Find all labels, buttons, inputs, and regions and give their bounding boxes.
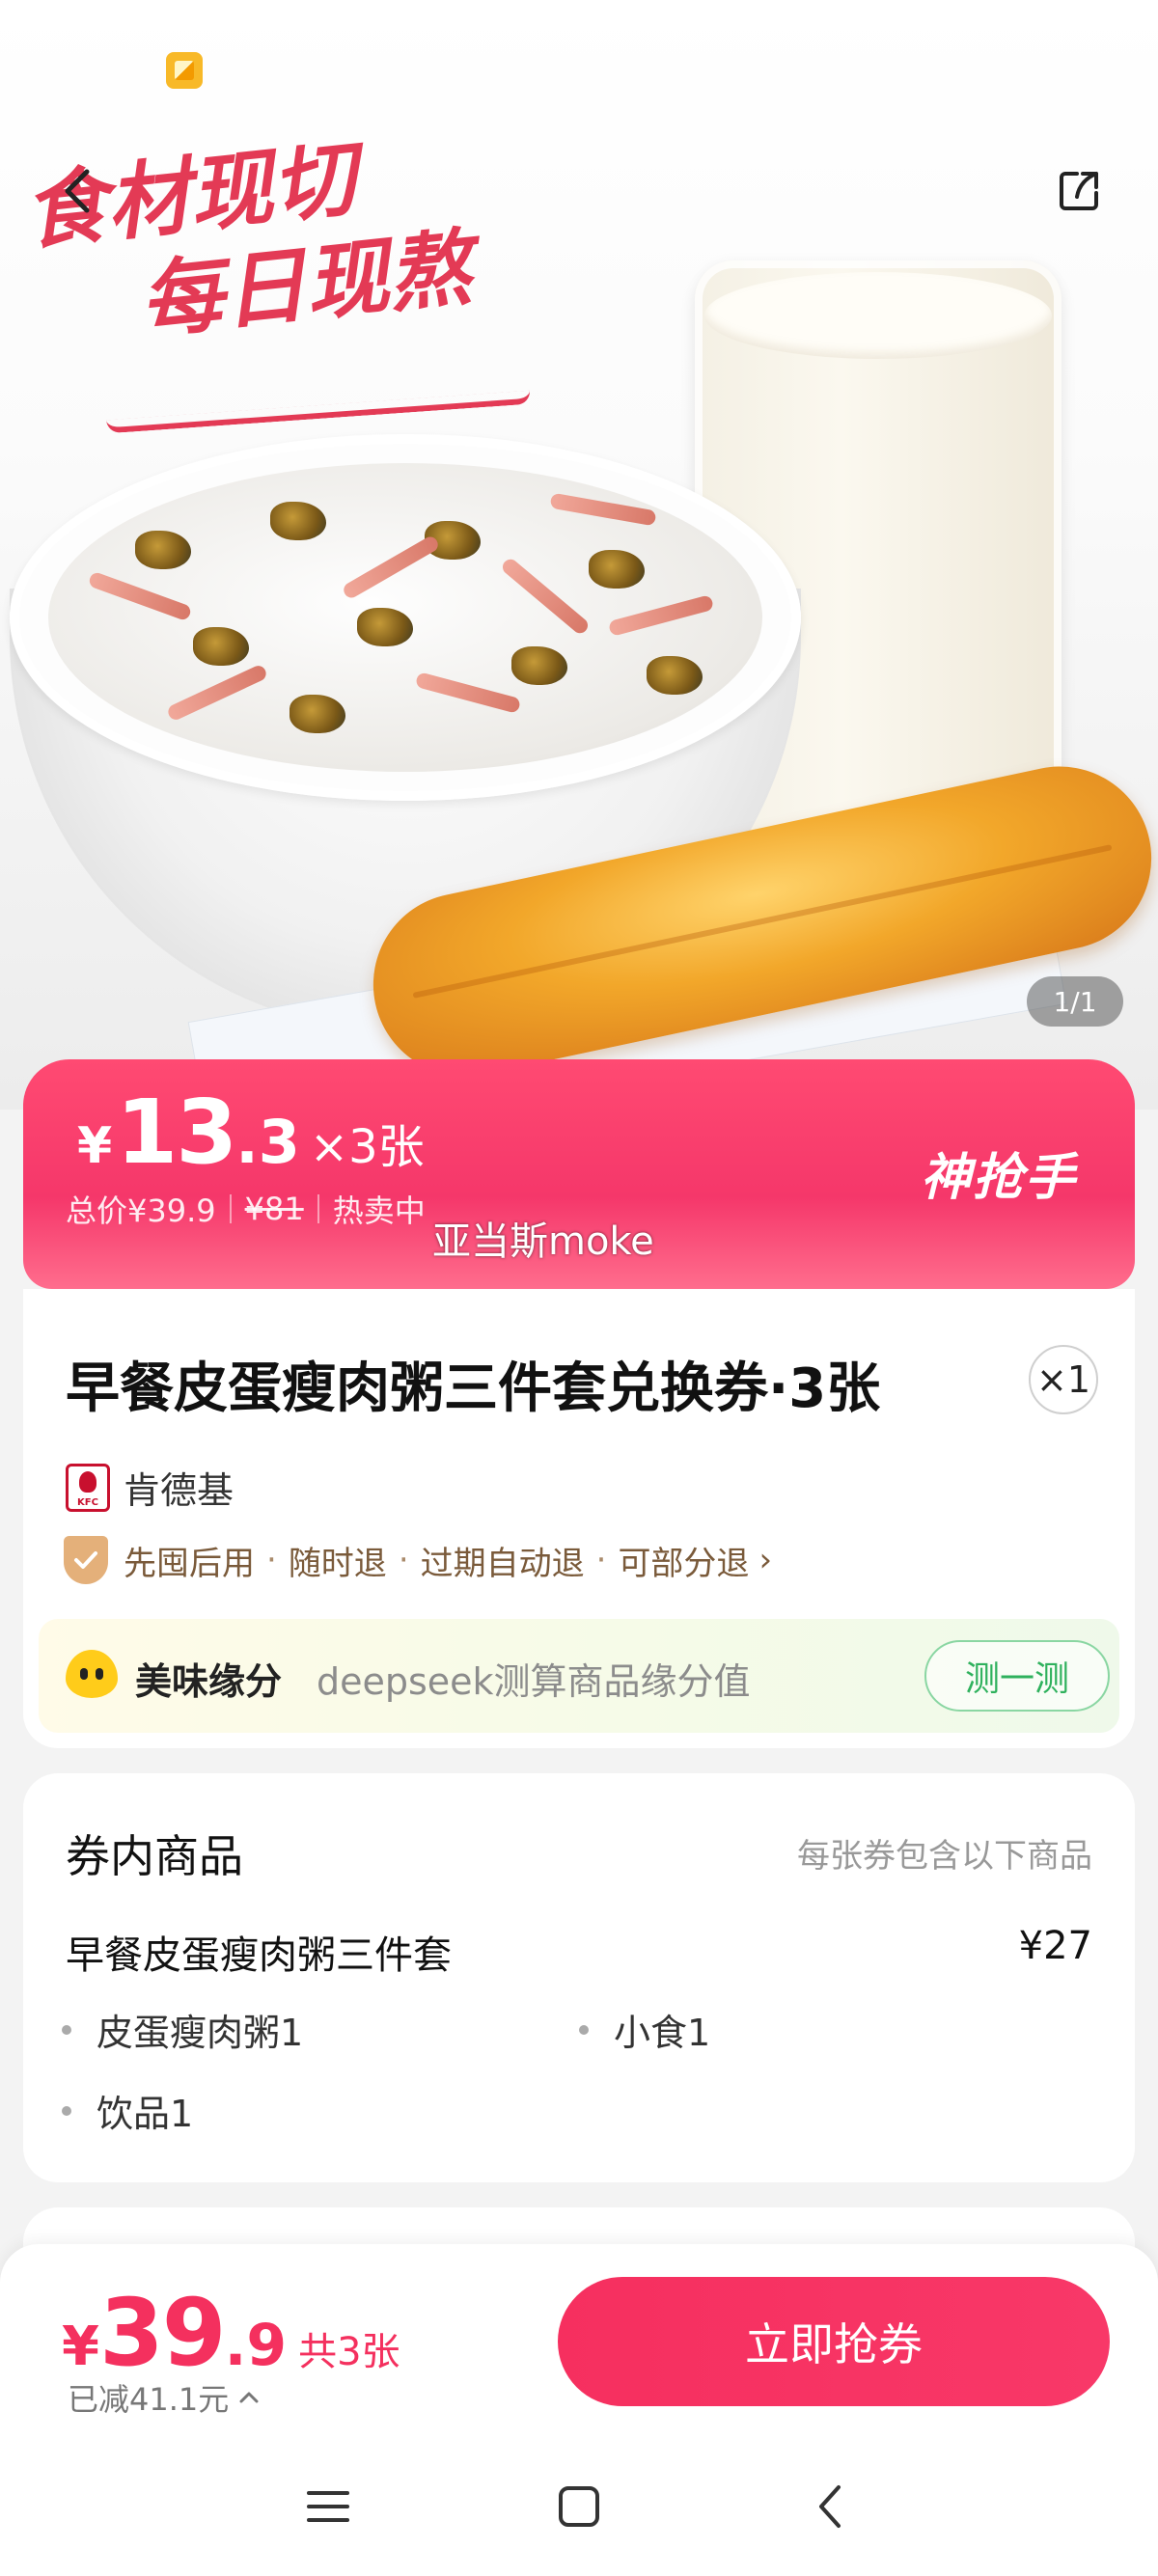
price-details: 总价¥39.9 ¥81 热卖中 — [66, 1187, 426, 1231]
price-currency: ¥ — [77, 1117, 113, 1175]
hero-slogan: 食材现切 每日现熬 — [19, 105, 597, 363]
total-price-display: ¥ 39 .9 共3张 — [62, 2279, 400, 2387]
buy-now-button[interactable]: 立即抢券 — [558, 2277, 1110, 2406]
service-guarantees[interactable]: 先囤后用 · 随时退 · 过期自动退 · 可部分退 › — [64, 1536, 772, 1584]
notification-app-icon — [166, 52, 203, 89]
slogan-underline — [106, 390, 531, 434]
back-icon — [819, 2485, 841, 2528]
service-item: 先囤后用 — [124, 1544, 255, 1583]
heart-face-icon — [66, 1650, 118, 1698]
list-item: 饮品1 — [62, 2084, 193, 2137]
chevron-left-icon — [65, 169, 90, 213]
brand-name: 肯德基 — [124, 1469, 234, 1512]
voucher-items-note: 每张券包含以下商品 — [797, 1837, 1092, 1876]
price-quantity: ×3张 — [309, 1120, 425, 1174]
quantity-badge[interactable]: ×1 — [1029, 1345, 1098, 1414]
share-button[interactable] — [1052, 164, 1106, 218]
service-item: 随时退 — [288, 1544, 387, 1583]
voucher-items-card: 券内商品 每张券包含以下商品 早餐皮蛋瘦肉粥三件套 ¥27 皮蛋瘦肉粥1 小食1… — [23, 1773, 1135, 2182]
menu-icon — [307, 2491, 349, 2522]
voucher-items-heading: 券内商品 — [66, 1830, 243, 1882]
set-price: ¥27 — [1018, 1924, 1092, 1968]
system-back-button[interactable] — [799, 2476, 861, 2537]
home-button[interactable] — [548, 2476, 610, 2537]
fate-title: 美味缘分 — [135, 1660, 283, 1703]
brand-row[interactable]: KFC 肯德基 — [66, 1461, 234, 1514]
voucher-count: 共3张 — [298, 2330, 400, 2374]
bullet-icon — [579, 2024, 589, 2035]
hot-sale-label: 热卖中 — [332, 1192, 426, 1229]
chevron-up-icon — [239, 2392, 259, 2403]
bullet-icon — [62, 2024, 71, 2035]
savings-text: 已减41.1元 — [68, 2381, 230, 2418]
home-icon — [559, 2486, 599, 2527]
share-icon — [1060, 172, 1098, 210]
unit-price: ¥ 13 .3 ×3张 — [77, 1081, 425, 1184]
price-decimal: .3 — [235, 1107, 300, 1177]
purchase-bar: ¥ 39 .9 共3张 已减41.1元 立即抢券 — [0, 2244, 1158, 2437]
total-integer: 39 — [98, 2279, 227, 2387]
total-price: 总价¥39.9 — [66, 1192, 216, 1229]
chevron-right-icon: › — [758, 1541, 773, 1579]
fate-test-button[interactable]: 测一测 — [924, 1640, 1110, 1712]
user-watermark: 亚当斯moke — [432, 1219, 654, 1264]
product-info-card: 早餐皮蛋瘦肉粥三件套兑换券·3张 ×1 KFC 肯德基 先囤后用 · 随时退 ·… — [23, 1289, 1135, 1748]
savings-toggle[interactable]: 已减41.1元 — [68, 2375, 260, 2420]
total-currency: ¥ — [62, 2316, 99, 2378]
image-counter: 1/1 — [1027, 976, 1123, 1027]
recent-apps-button[interactable] — [297, 2476, 359, 2537]
fate-banner[interactable]: 美味缘分 deepseek测算商品缘分值 测一测 — [39, 1619, 1119, 1733]
list-item: 皮蛋瘦肉粥1 — [62, 2003, 303, 2056]
service-item: 可部分退 — [618, 1544, 750, 1583]
back-button[interactable] — [50, 164, 104, 218]
shield-check-icon — [64, 1536, 108, 1584]
fate-description: deepseek测算商品缘分值 — [317, 1660, 751, 1703]
total-decimal: .9 — [224, 2312, 288, 2379]
set-name: 早餐皮蛋瘦肉粥三件套 — [66, 1933, 452, 1978]
list-item: 小食1 — [579, 2003, 710, 2056]
product-image-carousel[interactable]: 食材现切 每日现熬 1/1 — [0, 0, 1158, 1110]
deal-badge: 神抢手 — [920, 1149, 1077, 1207]
system-nav-bar — [0, 2437, 1158, 2576]
kfc-logo-icon: KFC — [66, 1463, 110, 1512]
original-price: ¥81 — [244, 1191, 304, 1227]
product-title: 早餐皮蛋瘦肉粥三件套兑换券·3张 — [66, 1357, 881, 1420]
service-item: 过期自动退 — [420, 1544, 585, 1583]
price-integer: 13 — [116, 1081, 237, 1184]
bullet-icon — [62, 2105, 71, 2116]
